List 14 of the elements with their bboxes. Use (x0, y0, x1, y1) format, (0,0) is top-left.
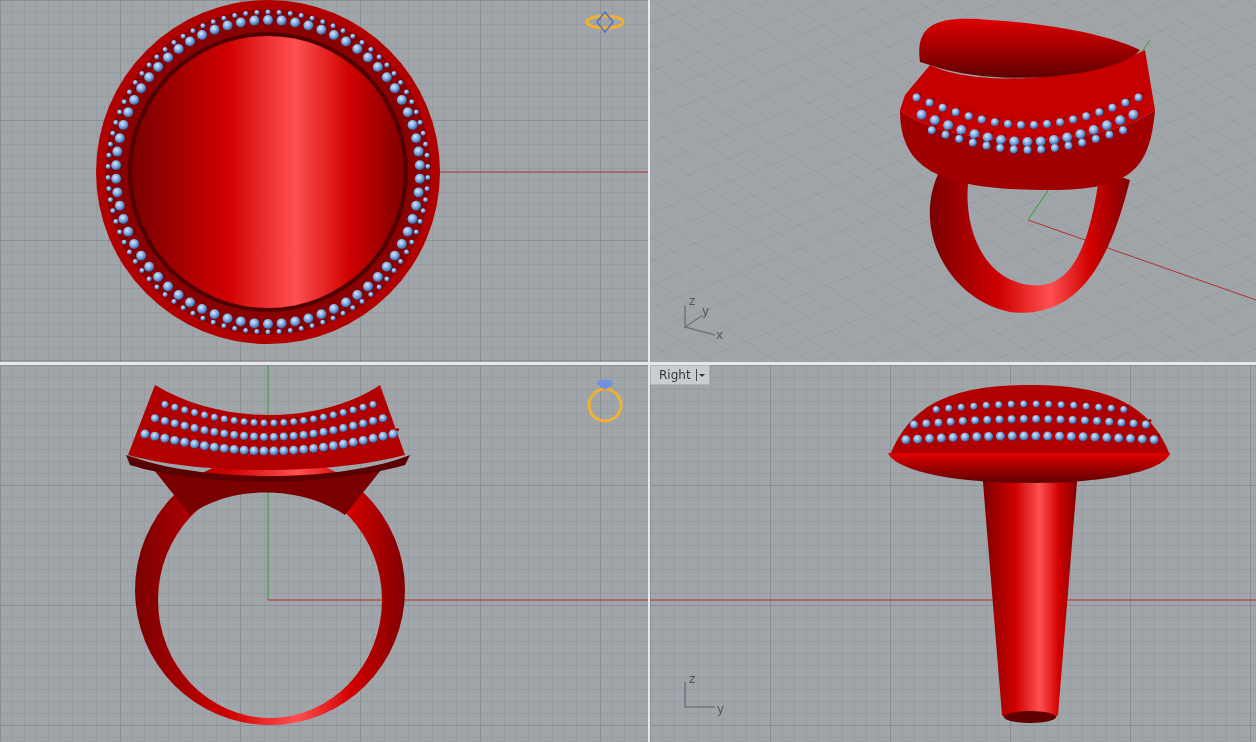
axis-label: x (716, 328, 724, 342)
ring-icon (587, 380, 623, 423)
axis-gnomon-icon (684, 681, 716, 708)
axis-label: y (702, 304, 710, 318)
viewport[interactable] (0, 0, 648, 362)
axis-label: z (689, 294, 696, 308)
axis-label: y (717, 702, 725, 716)
caret-icon (695, 369, 706, 381)
axis-label: z (689, 672, 696, 686)
ring-icon (585, 10, 625, 34)
viewport[interactable]: z y Right (650, 365, 1256, 742)
axis-gnomon-icon (684, 304, 716, 336)
viewport[interactable] (0, 365, 648, 742)
viewport-title-tab[interactable]: Right (650, 365, 710, 385)
